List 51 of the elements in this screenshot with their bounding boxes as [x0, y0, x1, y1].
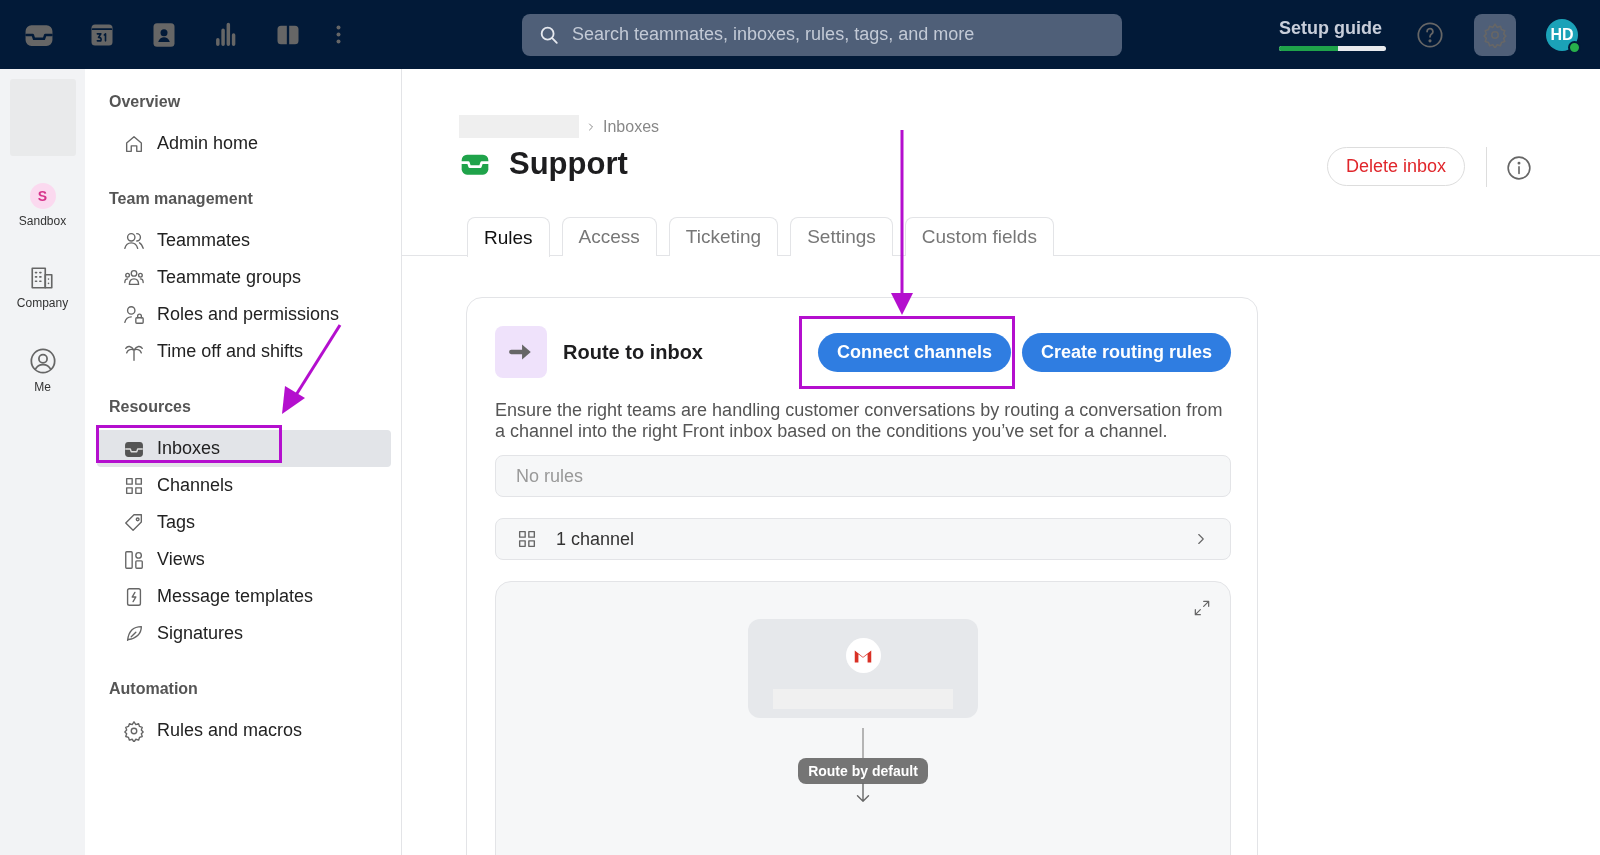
expand-icon	[1192, 598, 1212, 618]
settings-button[interactable]	[1474, 13, 1516, 56]
sidebar-item[interactable]: Rules and macros	[97, 712, 391, 749]
channels-row[interactable]: 1 channel	[495, 518, 1231, 560]
rail-item[interactable]: S Sandbox	[12, 182, 73, 248]
user-icon	[28, 347, 57, 375]
sidebar-item[interactable]: Roles and permissions	[97, 296, 391, 333]
sidebar-item[interactable]: Tags	[97, 504, 391, 541]
section-heading: Resources	[109, 397, 191, 417]
online-status-dot	[1568, 40, 1581, 54]
building-icon	[29, 265, 56, 291]
sidebar-item[interactable]: Inboxes	[97, 430, 391, 467]
workspace-avatar: S	[29, 183, 56, 209]
setup-guide-link[interactable]: Setup guide	[1279, 18, 1386, 39]
breadcrumb-link[interactable]: Inboxes	[603, 117, 660, 136]
route-label: Route by default	[798, 758, 928, 784]
tab[interactable]: Custom fields	[904, 217, 1054, 256]
action-button[interactable]: Connect channels	[817, 332, 1011, 372]
person-lock-icon	[123, 303, 145, 326]
rules-field[interactable]: No rules	[495, 455, 1231, 497]
sidebar-item[interactable]: Views	[97, 541, 391, 578]
search-field[interactable]: Search teammates, inboxes, rules, tags, and more	[522, 13, 1122, 56]
sidebar-item[interactable]: Signatures	[97, 615, 391, 652]
tab[interactable]: Rules	[467, 217, 550, 257]
tab[interactable]: Settings	[790, 217, 893, 256]
card-title: Route to inbox	[563, 340, 704, 364]
sidebar-item[interactable]: Channels	[97, 467, 391, 504]
delete-inbox-button[interactable]: Delete inbox	[1326, 147, 1465, 186]
sidebar-item[interactable]: Message templates	[97, 578, 391, 615]
gear-icon	[123, 719, 145, 742]
section-heading: Automation	[109, 679, 198, 699]
page-title: Support	[509, 146, 628, 182]
sidebar-item[interactable]: Admin home	[97, 125, 391, 162]
settings-icon	[1482, 21, 1508, 48]
section-heading: Overview	[109, 92, 181, 112]
sidebar-item[interactable]: Teammates	[97, 222, 391, 259]
rail-item[interactable]: Me	[22, 346, 63, 412]
more-icon[interactable]	[336, 25, 341, 44]
sidebar-item[interactable]: Time off and shifts	[97, 333, 391, 370]
grid-icon	[516, 528, 538, 550]
tab[interactable]: Access	[561, 217, 657, 256]
rail-item[interactable]: Company	[10, 264, 75, 330]
section-heading: Team management	[109, 189, 253, 209]
help-icon	[1416, 20, 1444, 49]
tag-icon	[123, 511, 145, 534]
views-icon	[123, 548, 145, 571]
sidebar-item[interactable]: Teammate groups	[97, 259, 391, 296]
info-icon	[1506, 155, 1532, 181]
action-button[interactable]: Create routing rules	[1021, 332, 1231, 372]
tab[interactable]: Ticketing	[668, 217, 779, 256]
card-description: Ensure the right teams are handling customer conversations by routing a conversation from a channel into the right Front inbox based on the conditions you’ve set for a channel.	[495, 400, 1224, 442]
